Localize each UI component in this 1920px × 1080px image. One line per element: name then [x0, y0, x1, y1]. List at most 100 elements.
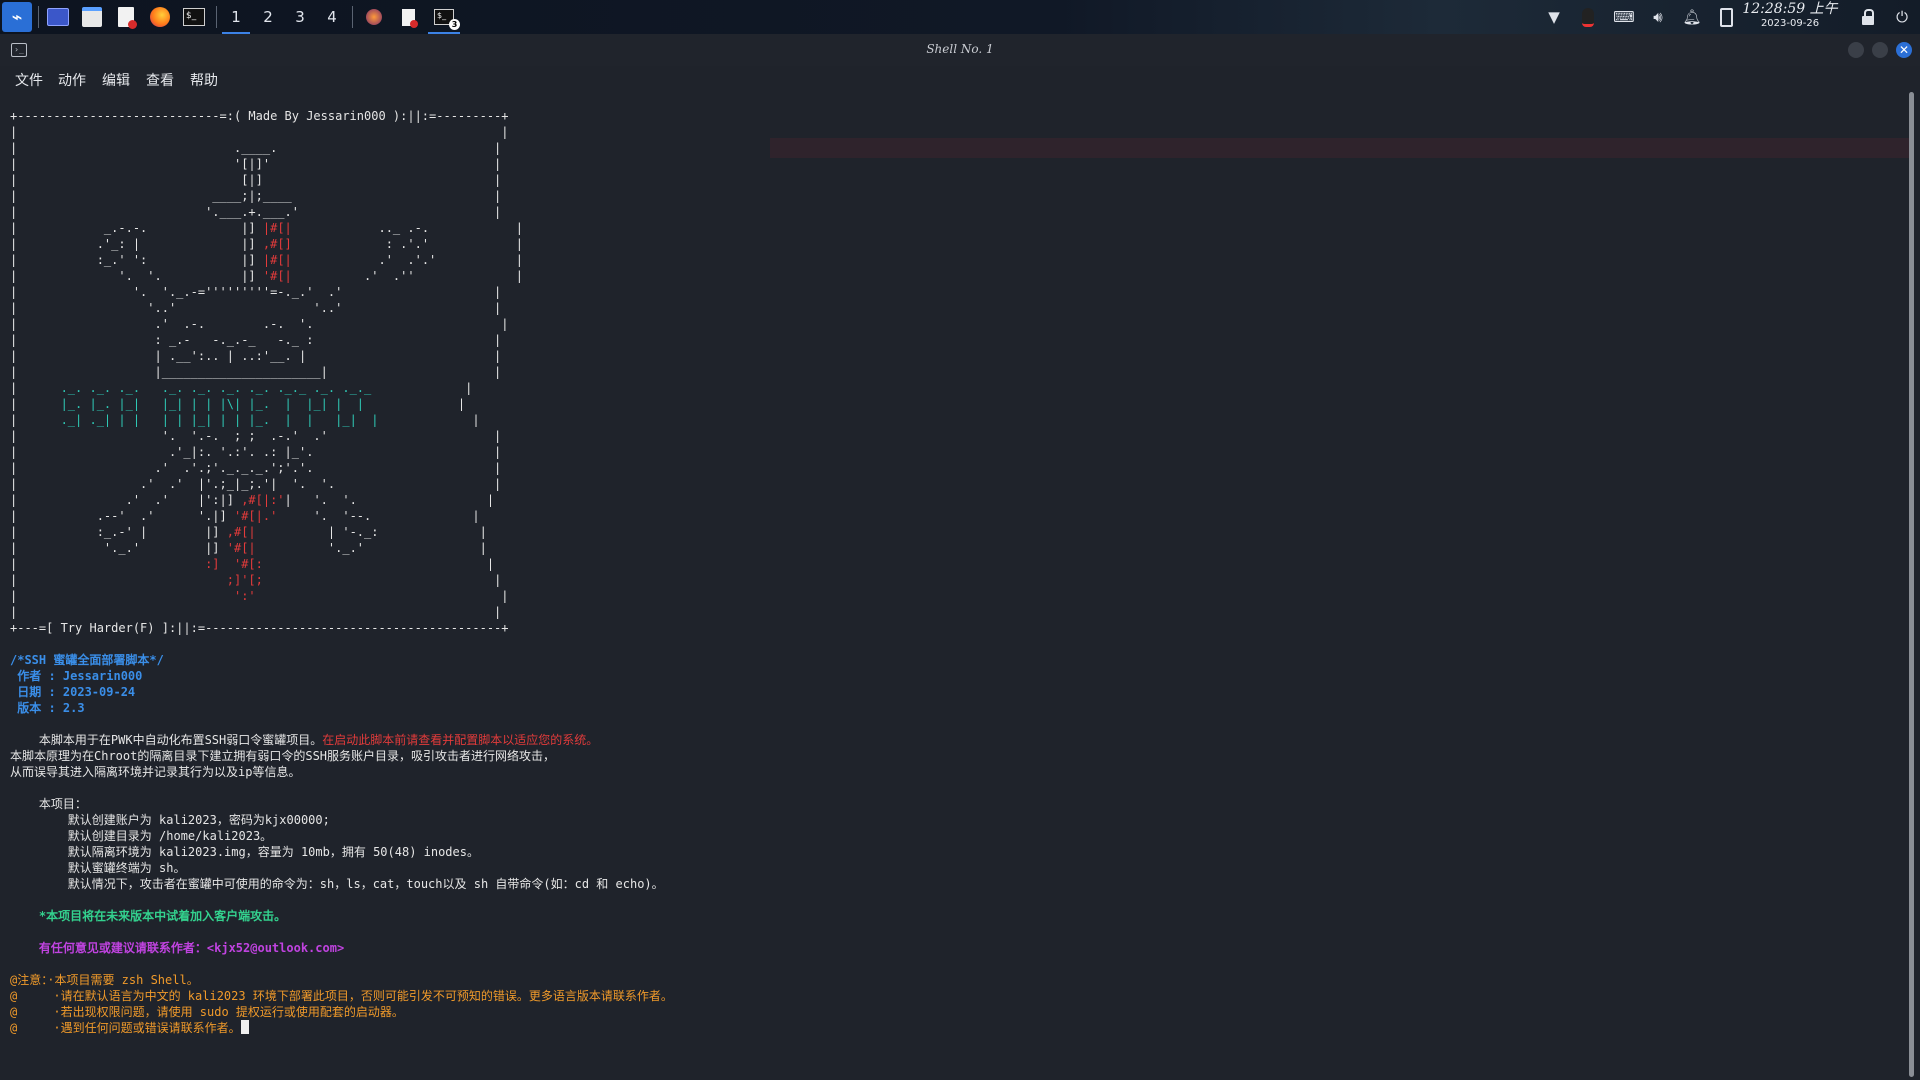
menu-edit[interactable]: 编辑: [102, 70, 130, 90]
editor-task-icon[interactable]: [394, 4, 422, 30]
terminal-text: 本脚本用于在PWK中自动化布置SSH弱口令蜜罐项目。: [10, 733, 323, 747]
terminal-line: 版本 : 2.3: [10, 700, 1890, 716]
terminal-text: .' .'.' |: [291, 253, 523, 267]
terminal-text: | :_.-' | |]: [10, 525, 227, 539]
terminal-line: | |: [10, 124, 1890, 140]
workspace-3[interactable]: 3: [286, 4, 314, 30]
terminal-line: 本项目：: [10, 796, 1890, 812]
terminal-text: +----------------------------=:( Made By…: [10, 109, 509, 123]
terminal-text: 日期 : 2023-09-24: [10, 685, 136, 699]
terminal-line: | '._.' |] '#[| '._.' |: [10, 540, 1890, 556]
window-titlebar[interactable]: ›_ Shell No. 1 ✕: [0, 34, 1920, 66]
terminal-line: | | .__':.. | ..:'__. | |: [10, 348, 1890, 364]
kali-menu-icon[interactable]: ⌁: [2, 2, 32, 32]
terminal-output[interactable]: +----------------------------=:( Made By…: [10, 108, 1890, 1078]
terminal-text: '._.' |: [255, 541, 487, 555]
terminal-line: 默认创建目录为 /home/kali2023。: [10, 828, 1890, 844]
terminal-line: | |______________________| |: [10, 364, 1890, 380]
scrollbar[interactable]: [1909, 92, 1914, 1077]
terminal-line: | .' .' |':|] ,#[|:'| '. '. |: [10, 492, 1890, 508]
workspace-1[interactable]: 1: [222, 4, 250, 34]
terminal-text: | .' .' |':|]: [10, 493, 242, 507]
firefox-icon[interactable]: [146, 4, 174, 30]
panel-separator: [38, 6, 39, 28]
terminal-text: 默认创建账户为 kali2023，密码为kjx00000;: [10, 813, 330, 827]
terminal-text: 从而误导其进入隔离环境并记录其行为以及ip等信息。: [10, 765, 301, 779]
terminal-text: ,#[|: [226, 525, 256, 539]
terminal-text: 默认情况下，攻击者在蜜罐中可使用的命令为：sh，ls，cat，touch以及 s…: [10, 877, 664, 891]
qq-icon[interactable]: [1576, 4, 1600, 30]
terminal-text: |: [10, 397, 61, 411]
files-icon[interactable]: [78, 4, 106, 30]
terminal-line: | .____. |: [10, 140, 1890, 156]
maximize-button[interactable]: [1872, 42, 1888, 58]
network-icon[interactable]: ▼: [1542, 4, 1566, 30]
menu-view[interactable]: 查看: [146, 70, 174, 90]
terminal-text: | .'_: | |]: [10, 237, 263, 251]
terminal-task-icon[interactable]: $_ 3: [428, 4, 460, 34]
terminal-text: 本脚本原理为在Chroot的隔离目录下建立拥有弱口令的SSH服务账户目录，吸引攻…: [10, 749, 556, 763]
panel-separator: [352, 6, 353, 28]
menu-file[interactable]: 文件: [15, 70, 43, 90]
terminal-text: |: [10, 381, 61, 395]
terminal-line: | _.-.-. |] |#[| .._ .-. |: [10, 220, 1890, 236]
terminal-icon[interactable]: $_: [180, 4, 208, 30]
workspace-2[interactable]: 2: [254, 4, 282, 30]
terminal-line: | :] '#[: |: [10, 556, 1890, 572]
terminal-text: |: [10, 573, 227, 587]
terminal-text: | '._.' |]: [10, 541, 227, 555]
terminal-text: | | .__':.. | ..:'__. | |: [10, 349, 502, 363]
terminal-text: ,#[|:': [241, 493, 285, 507]
terminal-line: | [|] |: [10, 172, 1890, 188]
terminal-text: | '. '. |: [284, 493, 495, 507]
terminal-line: | ._| ._| | | | | |_| | | |_. | | |_| | …: [10, 412, 1890, 428]
terminal-text: /*SSH 蜜罐全面部署脚本*/: [10, 653, 164, 667]
terminal-text: '#[|.': [233, 509, 278, 523]
terminal-text: | '.___.+.___.' |: [10, 205, 502, 219]
top-panel: ⌁ $_ 1 2 3 4 $_ 3 ▼ ⌨ 🔊︎ 🔔︎ 12:28:59 上午 …: [0, 0, 1920, 35]
menu-actions[interactable]: 动作: [58, 70, 86, 90]
terminal-line: | .' .'.;'._._._.';'.'. |: [10, 460, 1890, 476]
terminal-text: .' .'' |: [291, 269, 523, 283]
minimize-button[interactable]: [1848, 42, 1864, 58]
notifications-icon[interactable]: 🔔︎: [1680, 4, 1704, 30]
desktop-icon[interactable]: [44, 4, 72, 30]
terminal-text: 在启动此脚本前请查看并配置脚本以适应您的系统。: [322, 733, 599, 747]
terminal-text: : .'.' |: [291, 237, 523, 251]
terminal-text: |: [378, 413, 480, 427]
terminal-line: 从而误导其进入隔离环境并记录其行为以及ip等信息。: [10, 764, 1890, 780]
terminal-line: | '.___.+.___.' |: [10, 204, 1890, 220]
terminal-text: *本项目将在未来版本中试着加入客户端攻击。: [10, 909, 287, 923]
lock-icon[interactable]: [1856, 4, 1880, 30]
terminal-text: @ ·遇到任何问题或错误请联系作者。: [10, 1021, 241, 1035]
menu-help[interactable]: 帮助: [190, 70, 218, 90]
power-icon[interactable]: ⏻: [1890, 4, 1914, 30]
terminal-text: @ ·请在默认语言为中文的 kali2023 环境下部署此项目，否则可能引发不可…: [10, 989, 673, 1003]
terminal-text: | _.-.-. |]: [10, 221, 263, 235]
clock[interactable]: 12:28:59 上午 2023-09-26: [1740, 1, 1840, 30]
close-button[interactable]: ✕: [1896, 42, 1912, 58]
terminal-line: *本项目将在未来版本中试着加入客户端攻击。: [10, 908, 1890, 924]
terminal-text: 默认创建目录为 /home/kali2023。: [10, 829, 273, 843]
terminal-text: |: [364, 397, 466, 411]
terminal-line: | ':' |: [10, 588, 1890, 604]
terminal-line: | '. '._.-='''''''''=-._.' .' |: [10, 284, 1890, 300]
menu-bar: 文件 动作 编辑 查看 帮助: [0, 66, 1920, 92]
workspace-4[interactable]: 4: [318, 4, 346, 30]
terminal-text: 默认蜜罐终端为 sh。: [10, 861, 186, 875]
volume-icon[interactable]: 🔊︎: [1646, 4, 1670, 30]
terminal-text: '#[|: [262, 269, 292, 283]
terminal-line: | .' .-. .-. '. |: [10, 316, 1890, 332]
terminal-text: | '..' '..' |: [10, 301, 502, 315]
terminal-text: | ____;|;____ |: [10, 189, 502, 203]
terminal-line: @ ·遇到任何问题或错误请联系作者。: [10, 1020, 1890, 1036]
firefox-task-icon[interactable]: [360, 4, 388, 30]
terminal-cursor: [240, 1020, 249, 1034]
terminal-text: | '. '. |]: [10, 269, 263, 283]
terminal-line: 日期 : 2023-09-24: [10, 684, 1890, 700]
text-editor-icon[interactable]: [112, 4, 140, 30]
clock-date: 2023-09-26: [1760, 18, 1820, 29]
keyboard-icon[interactable]: ⌨: [1612, 4, 1636, 30]
battery-icon[interactable]: [1714, 4, 1738, 30]
terminal-text: | .--' .' '.|]: [10, 509, 234, 523]
